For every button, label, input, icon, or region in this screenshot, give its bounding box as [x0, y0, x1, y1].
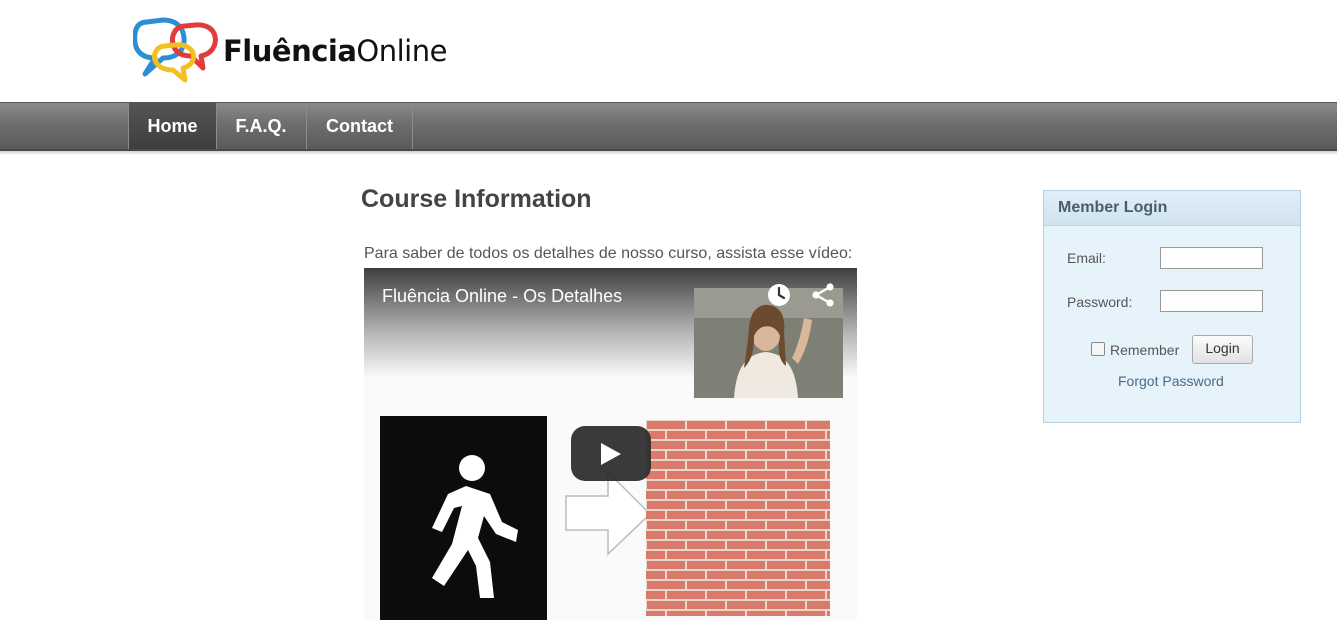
password-input[interactable] — [1160, 290, 1263, 312]
login-title: Member Login — [1058, 199, 1168, 216]
walking-person-icon — [432, 455, 518, 598]
speech-bubbles-logo-icon — [133, 17, 218, 83]
play-icon — [601, 443, 621, 465]
nav-item-home[interactable]: Home — [128, 103, 217, 149]
page-title: Course Information — [361, 185, 592, 213]
video-player[interactable]: Fluência Online - Os Detalhes — [364, 268, 857, 620]
login-panel-header: Member Login — [1044, 191, 1300, 226]
remember-label[interactable]: Remember — [1110, 342, 1179, 358]
share-icon[interactable] — [810, 282, 836, 308]
nav-item-contact[interactable]: Contact — [307, 103, 413, 149]
site-name: FluênciaOnline — [223, 34, 447, 68]
clock-icon[interactable] — [766, 282, 792, 308]
email-label: Email: — [1067, 250, 1106, 266]
password-label: Password: — [1067, 294, 1133, 310]
forgot-password-link[interactable]: Forgot Password — [1118, 373, 1224, 389]
remember-checkbox[interactable] — [1091, 342, 1105, 356]
arrow-right-icon — [565, 470, 652, 556]
intro-text: Para saber de todos os detalhes de nosso… — [364, 245, 853, 262]
site-logo[interactable]: FluênciaOnline — [133, 16, 463, 86]
login-button[interactable]: Login — [1192, 335, 1253, 364]
site-name-light: Online — [356, 34, 447, 68]
video-title[interactable]: Fluência Online - Os Detalhes — [382, 286, 622, 307]
header: FluênciaOnline — [0, 0, 1337, 102]
email-input[interactable] — [1160, 247, 1263, 269]
site-name-bold: Fluência — [223, 34, 357, 68]
video-frame-walking-figure — [380, 416, 547, 620]
play-button[interactable] — [571, 426, 651, 481]
nav-item-faq[interactable]: F.A.Q. — [216, 103, 307, 149]
brick-wall-image — [646, 420, 830, 616]
main-navigation: Home F.A.Q. Contact — [0, 102, 1337, 155]
member-login-panel: Member Login Email: Password: Remember L… — [1043, 190, 1301, 423]
